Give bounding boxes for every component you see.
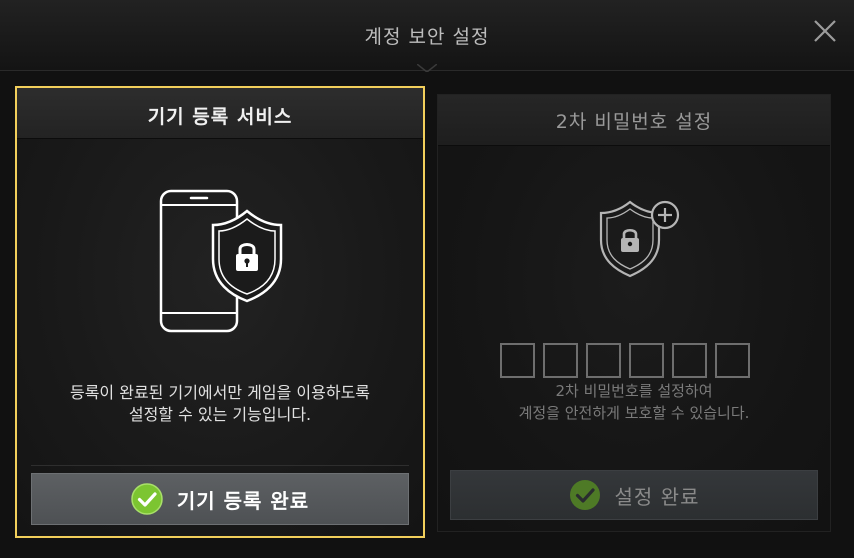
dialog-title: 계정 보안 설정 xyxy=(364,26,490,48)
device-card-title: 기기 등록 서비스 xyxy=(147,106,293,128)
password-card-header: 2차 비밀번호 설정 xyxy=(438,95,830,146)
password-setup-complete-button[interactable]: 설정 완료 xyxy=(450,470,818,520)
device-card-description-line2: 설정할 수 있는 기능입니다. xyxy=(128,405,312,424)
pin-slot[interactable] xyxy=(715,343,750,378)
phone-shield-lock-icon xyxy=(159,189,283,333)
close-icon[interactable] xyxy=(812,18,838,44)
pin-slot[interactable] xyxy=(672,343,707,378)
password-setup-complete-label: 설정 완료 xyxy=(614,484,700,509)
check-circle-icon xyxy=(569,480,600,510)
device-card-description-line1: 등록이 완료된 기기에서만 게임을 이용하도록 xyxy=(69,383,371,402)
title-notch-ornament xyxy=(417,64,437,72)
password-card-description-line1: 2차 비밀번호를 설정하여 xyxy=(555,382,713,400)
shield-lock-plus-icon xyxy=(599,200,680,278)
check-circle-icon xyxy=(131,483,163,515)
device-card-header: 기기 등록 서비스 xyxy=(17,88,423,139)
secondary-password-card[interactable]: 2차 비밀번호 설정 2차 비밀번호를 설정하여 계정을 안전하게 보호할 수 … xyxy=(437,94,831,532)
pin-slot[interactable] xyxy=(500,343,535,378)
password-card-description-line2: 계정을 안전하게 보호할 수 있습니다. xyxy=(518,404,750,422)
device-card-body: 등록이 완료된 기기에서만 게임을 이용하도록 설정할 수 있는 기능입니다. … xyxy=(17,139,423,536)
device-card-divider xyxy=(31,465,409,466)
device-card-description: 등록이 완료된 기기에서만 게임을 이용하도록 설정할 수 있는 기능입니다. xyxy=(17,382,423,426)
password-card-body: 2차 비밀번호를 설정하여 계정을 안전하게 보호할 수 있습니다. 설정 완료 xyxy=(438,146,830,531)
password-card-title: 2차 비밀번호 설정 xyxy=(555,111,713,133)
pin-slot[interactable] xyxy=(543,343,578,378)
pin-input-slots[interactable] xyxy=(500,343,750,378)
device-registration-complete-button[interactable]: 기기 등록 완료 xyxy=(31,473,409,525)
pin-slot[interactable] xyxy=(629,343,664,378)
device-registration-card[interactable]: 기기 등록 서비스 등록이 완료된 기기에서만 게임을 이용하도록 설정할 수 … xyxy=(15,86,425,538)
security-settings-dialog: 계정 보안 설정 기기 등록 서비스 등록이 완료된 기기에서만 게임을 이용하… xyxy=(0,0,854,558)
device-registration-complete-label: 기기 등록 완료 xyxy=(176,488,310,513)
dialog-titlebar: 계정 보안 설정 xyxy=(0,0,854,72)
pin-slot[interactable] xyxy=(586,343,621,378)
password-card-description: 2차 비밀번호를 설정하여 계정을 안전하게 보호할 수 있습니다. xyxy=(438,380,830,424)
